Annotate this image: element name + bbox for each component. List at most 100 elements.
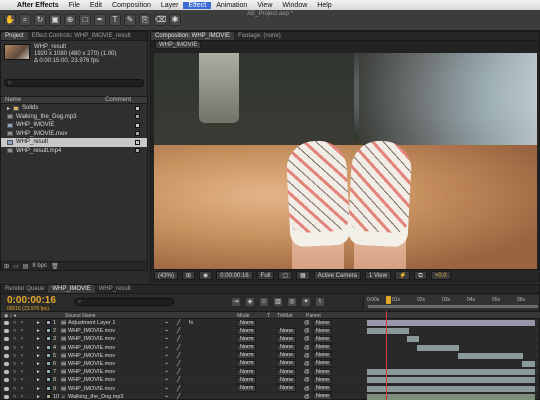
brainstorm-icon[interactable]: ✦ [301,297,311,307]
fast-previews-icon[interactable]: ⚡ [394,271,411,280]
project-item[interactable]: WHP_IMOVIE.mov [1,130,147,139]
track-matte-dropdown[interactable]: None [277,376,297,384]
layer-label-color[interactable] [46,393,51,399]
blend-mode-dropdown[interactable]: Norm [237,360,257,368]
track-matte-dropdown[interactable]: None [277,344,297,352]
timeline-search-input[interactable]: ⌕ [74,298,174,306]
pen-tool-icon[interactable]: ✒ [94,14,106,26]
visibility-eye-icon[interactable] [4,370,9,375]
layer-duration-bar[interactable] [521,360,535,367]
lock-switch-icon[interactable]: ▫ [21,345,23,351]
expand-triangle-icon[interactable]: ▸ [37,377,40,383]
effect-switch-icon[interactable]: fx [189,320,193,326]
rotate-tool-icon[interactable]: ↻ [34,14,46,26]
menu-window[interactable]: Window [277,2,312,9]
visibility-eye-icon[interactable] [4,329,9,334]
quality-switch-icon[interactable]: ╱ [177,394,180,400]
shy-switch-icon[interactable]: ⌁ [165,336,168,342]
tab-render-queue[interactable]: Render Queue [1,285,48,293]
timeline-toggle-icon[interactable]: ⧉ [414,271,427,280]
work-area-bar[interactable] [368,305,538,308]
visibility-eye-icon[interactable] [4,337,9,342]
layer-label-color[interactable] [46,377,51,383]
project-search-input[interactable]: ⌕ [4,79,144,87]
current-time-display[interactable]: 0:00:00:16 [216,271,253,280]
pickwhip-icon[interactable]: @ [304,369,310,375]
timeline-layer-row[interactable]: ○ ▫ ▸ 7 ▤ WHP_IMOVIE.mov ⌁ ╱ Norm None @ None [1,368,540,377]
project-item[interactable]: ▸ Solids [1,104,147,113]
visibility-eye-icon[interactable] [4,361,9,366]
trash-icon[interactable]: 🗑 [51,263,59,270]
menu-app-name[interactable]: After Effects [12,2,64,9]
clone-tool-icon[interactable]: ⎘ [139,14,151,26]
disclosure-triangle-icon[interactable]: ▸ [7,105,10,112]
layer-source-name[interactable]: Walking_the_Dog.mp3 [68,394,123,400]
solo-switch-icon[interactable]: ○ [13,328,16,334]
camera-tool-icon[interactable]: ▣ [49,14,61,26]
layer-source-name[interactable]: WHP_IMOVIE.mov [68,353,115,359]
quality-switch-icon[interactable]: ╱ [177,353,180,359]
expand-triangle-icon[interactable]: ▸ [37,353,40,359]
tab-project[interactable]: Project [1,32,28,40]
solo-switch-icon[interactable]: ○ [13,345,16,351]
pickwhip-icon[interactable]: @ [304,377,310,383]
grid-icon[interactable]: ⊞ [182,271,196,280]
menu-view[interactable]: View [252,2,277,9]
parent-dropdown[interactable]: None [313,335,333,343]
shy-switch-icon[interactable]: ⌁ [165,320,168,326]
timeline-layer-row[interactable]: ○ ▫ ▸ 10 ♫ Walking_the_Dog.mp3 ⌁ ╱ @ None [1,393,540,400]
expand-triangle-icon[interactable]: ▸ [37,394,40,400]
timeline-layer-row[interactable]: ○ ▫ ▸ 5 ▤ WHP_IMOVIE.mov ⌁ ╱ Norm None @ None [1,352,540,360]
quality-switch-icon[interactable]: ╱ [177,345,180,351]
blend-mode-dropdown[interactable]: Norm [237,368,257,376]
visibility-eye-icon[interactable] [4,345,9,350]
quality-switch-icon[interactable]: ╱ [177,386,180,392]
quality-switch-icon[interactable]: ╱ [177,328,180,334]
brush-tool-icon[interactable]: ✎ [124,14,136,26]
view-layout-dropdown[interactable]: 1 View [365,271,391,280]
pickwhip-icon[interactable]: @ [304,353,310,359]
comp-flowchart-icon[interactable]: ⇥ [231,297,241,307]
shy-switch-icon[interactable]: ⌁ [165,377,168,383]
layer-label-color[interactable] [46,320,51,325]
timeline-layer-row[interactable]: ○ ▫ ▸ 1 ▤ Adjustment Layer 1 ⌁ ╱ fx Norm @ None [1,319,540,328]
parent-dropdown[interactable]: None [313,368,333,376]
solo-switch-icon[interactable]: ○ [13,361,16,367]
layer-label-color[interactable] [46,385,51,391]
quality-switch-icon[interactable]: ╱ [177,320,180,326]
lock-switch-icon[interactable]: ▫ [21,394,23,400]
label-color-swatch[interactable] [135,148,140,154]
menu-layer[interactable]: Layer [156,2,184,9]
time-ruler[interactable]: 0:00s01s02s03s04s05s06s07s [363,295,539,309]
solo-switch-icon[interactable]: ○ [13,386,16,392]
layer-duration-bar[interactable] [367,369,535,376]
graph-editor-icon[interactable]: ⌇ [315,297,325,307]
menu-effect[interactable]: Effect [183,1,212,9]
pickwhip-icon[interactable]: @ [304,394,310,400]
layer-duration-bar[interactable] [367,320,535,326]
resolution-dropdown[interactable]: Full [256,271,275,280]
region-of-interest-icon[interactable]: ▢ [278,271,292,280]
tab-timeline-whp-imovie[interactable]: WHP_IMOVIE [48,285,95,293]
layer-duration-bar[interactable] [367,393,535,400]
layer-source-name[interactable]: WHP_IMOVIE.mov [68,328,115,334]
new-folder-icon[interactable]: ▭ [13,263,19,270]
draft-3d-icon[interactable]: ◈ [245,297,255,307]
visibility-eye-icon[interactable] [4,386,9,391]
layer-label-color[interactable] [46,328,51,334]
solo-switch-icon[interactable]: ○ [13,353,16,359]
layer-source-name[interactable]: WHP_IMOVIE.mov [68,377,115,383]
audio-toggle-icon[interactable] [4,394,9,399]
label-color-swatch[interactable] [135,114,140,120]
new-comp-icon[interactable]: ▤ [23,263,29,270]
project-item[interactable]: WHP_result [1,138,147,147]
lock-switch-icon[interactable]: ▫ [21,336,23,342]
lock-switch-icon[interactable]: ▫ [21,369,23,375]
visibility-eye-icon[interactable] [4,321,9,325]
shy-switch-icon[interactable]: ⌁ [165,328,168,334]
lock-switch-icon[interactable]: ▫ [21,377,23,383]
tab-footage[interactable]: Footage: (none) [234,32,285,40]
label-color-swatch[interactable] [135,131,140,137]
project-item[interactable]: WHP_result.mp4 [1,147,147,156]
label-color-swatch[interactable] [135,139,140,145]
